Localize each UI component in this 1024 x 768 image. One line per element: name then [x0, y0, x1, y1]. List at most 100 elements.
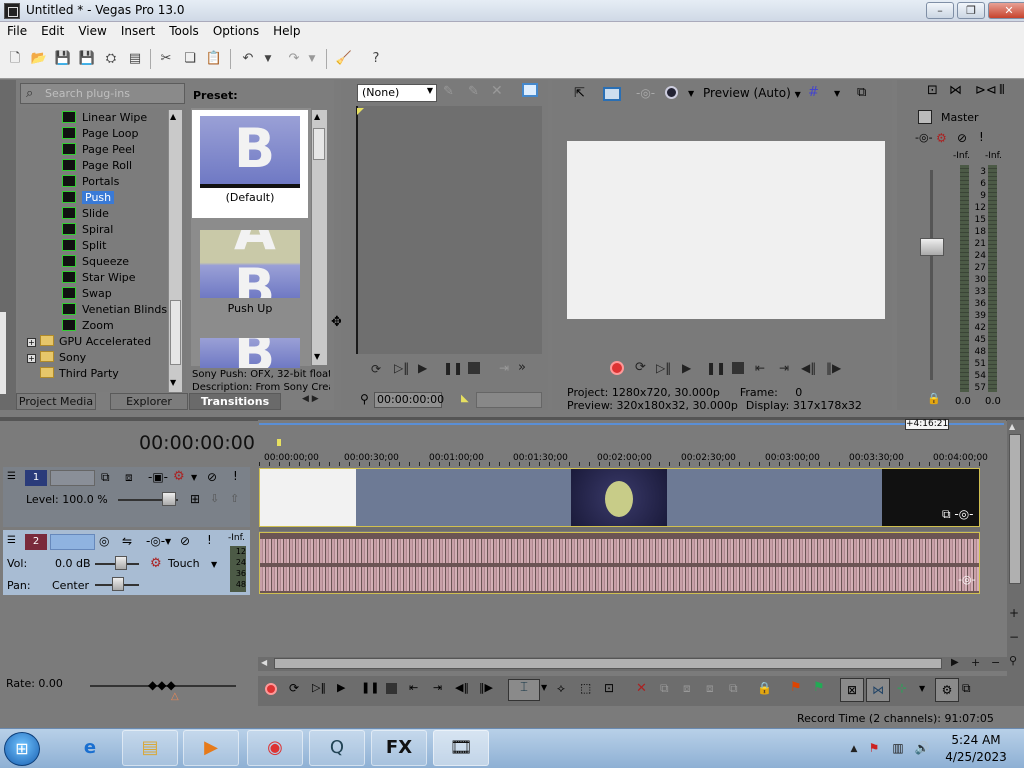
- save-icon[interactable]: 💾: [53, 49, 73, 69]
- snapping-dropdown-icon[interactable]: ▼: [919, 684, 925, 693]
- render-as-icon[interactable]: ⛭: [101, 49, 121, 69]
- action-center-icon[interactable]: ⚑: [866, 740, 882, 756]
- preview-fx-icon[interactable]: -◎-: [636, 86, 655, 100]
- system-clock[interactable]: 5:24 AM 4/25/2023: [936, 732, 1016, 766]
- master-mute-icon[interactable]: ⊘: [957, 131, 967, 145]
- undo-icon[interactable]: ↶: [238, 49, 258, 69]
- minimize-button[interactable]: –: [926, 2, 954, 19]
- loop-playback-icon[interactable]: ⟳: [635, 360, 646, 375]
- trimmer-remove-icon[interactable]: ✎: [468, 84, 479, 99]
- previous-frame-icon[interactable]: ◀‖: [801, 361, 816, 375]
- edit-tool-dropdown-icon[interactable]: ▼: [541, 683, 547, 692]
- copy-snapshot-icon[interactable]: ⧉: [857, 85, 866, 100]
- stop-icon[interactable]: [732, 362, 744, 374]
- tree-item-third-party[interactable]: Third Party: [40, 366, 119, 382]
- go-to-end-icon[interactable]: ⇥: [779, 361, 789, 375]
- properties-icon[interactable]: ▤: [125, 49, 145, 69]
- tree-scrollbar[interactable]: ▲ ▼: [168, 110, 182, 392]
- delete-icon[interactable]: ✕: [636, 681, 647, 696]
- tab-scroll-arrows[interactable]: ◀ ▶: [302, 394, 330, 409]
- copy-icon[interactable]: ❏: [180, 49, 200, 69]
- timeline-go-to-end-icon[interactable]: ⇥: [433, 681, 442, 694]
- quality-dropdown-icon[interactable]: ▼: [688, 89, 694, 98]
- scroll-thumb[interactable]: [170, 300, 181, 365]
- menu-tools[interactable]: Tools: [162, 22, 206, 40]
- vegas-app-icon[interactable]: [4, 3, 20, 19]
- menu-file[interactable]: File: [0, 22, 34, 40]
- tree-item-split[interactable]: Split: [62, 238, 106, 254]
- pause-icon[interactable]: ❚❚: [706, 361, 726, 375]
- video-track-name-field[interactable]: [50, 470, 95, 486]
- tree-item-gpu-accelerated[interactable]: + GPU Accelerated: [27, 334, 151, 350]
- event-pan-crop-icon[interactable]: ⧉ -◎-: [942, 507, 974, 522]
- timeline-record-icon[interactable]: [265, 683, 277, 695]
- level-slider-handle[interactable]: [162, 492, 176, 506]
- master-dim-icon[interactable]: ⊳⊲: [975, 83, 997, 98]
- insert-region-icon[interactable]: ⚑: [813, 680, 825, 695]
- undo-dropdown-icon[interactable]: ▼: [262, 49, 274, 69]
- lock-icon[interactable]: 🔒: [757, 681, 772, 695]
- pan-slider-handle[interactable]: [112, 577, 124, 591]
- tab-project-media[interactable]: Project Media: [16, 393, 96, 410]
- scroll-down-icon[interactable]: ▼: [314, 352, 320, 361]
- track-fx-icon[interactable]: ⚙: [173, 469, 185, 484]
- tree-item-slide[interactable]: Slide: [62, 206, 109, 222]
- master-dropdown-icon[interactable]: [918, 110, 932, 124]
- tree-item-spiral[interactable]: Spiral: [62, 222, 113, 238]
- scroll-thumb[interactable]: [1009, 434, 1021, 584]
- tab-explorer[interactable]: Explorer: [110, 393, 188, 410]
- audio-event[interactable]: -◎-: [259, 532, 980, 594]
- start-button[interactable]: ⊞: [4, 732, 40, 766]
- tree-item-star-wipe[interactable]: Star Wipe: [62, 270, 136, 286]
- master-properties-icon[interactable]: ⊡: [927, 83, 938, 98]
- trimmer-stop-icon[interactable]: [468, 362, 480, 374]
- preset-scrollbar[interactable]: ▲ ▼: [312, 110, 327, 365]
- scroll-right-icon[interactable]: ▶: [951, 657, 959, 668]
- track-mute-icon[interactable]: ⊘: [207, 470, 217, 484]
- automation-dropdown-icon[interactable]: ▼: [211, 560, 217, 569]
- redo-dropdown-icon[interactable]: ▼: [306, 49, 318, 69]
- scroll-thumb[interactable]: [274, 658, 942, 669]
- arm-for-record-icon[interactable]: ◎: [99, 534, 109, 548]
- make-compositing-child-icon[interactable]: ⧈: [125, 470, 133, 485]
- track-fx-dropdown-icon[interactable]: ▼: [191, 473, 197, 482]
- h-zoom-in-icon[interactable]: +: [971, 656, 980, 669]
- taskbar-file-explorer[interactable]: ▤: [122, 730, 178, 766]
- track-down-icon[interactable]: ⇩: [210, 492, 219, 505]
- invert-phase-icon[interactable]: ⇋: [122, 534, 132, 548]
- audio-fx-dropdown-icon[interactable]: ▼: [165, 537, 171, 546]
- trimmer-play-from-start-icon[interactable]: ▷‖: [394, 361, 409, 375]
- taskbar-fx-app[interactable]: FX: [371, 730, 427, 766]
- tree-item-sony[interactable]: + Sony: [27, 350, 86, 366]
- trimmer-loop-icon[interactable]: ⟳: [371, 362, 381, 376]
- trimmer-play-icon[interactable]: ▶: [418, 361, 427, 375]
- trimmer-pause-icon[interactable]: ❚❚: [443, 361, 463, 375]
- timeline-pause-icon[interactable]: ❚❚: [361, 681, 379, 694]
- enable-snapping-icon[interactable]: ⊹: [897, 681, 907, 695]
- trimmer-add-icon[interactable]: ✎: [443, 84, 454, 99]
- play-icon[interactable]: ▶: [682, 361, 691, 375]
- trimmer-clear-icon[interactable]: ✕: [491, 83, 503, 99]
- volume-icon[interactable]: 🔊: [914, 740, 930, 756]
- menu-help[interactable]: Help: [266, 22, 307, 40]
- timeline-go-to-start-icon[interactable]: ⇤: [409, 681, 418, 694]
- timeline-play-from-start-icon[interactable]: ▷‖: [312, 681, 326, 694]
- timeline-prev-frame-icon[interactable]: ◀‖: [455, 681, 469, 694]
- rate-slider-handle[interactable]: ◆◆◆: [148, 678, 176, 692]
- composite-mode-icon[interactable]: ⧉: [101, 470, 110, 485]
- track-collapse-icon[interactable]: ☰: [7, 471, 16, 482]
- taskbar-chrome[interactable]: ◉: [247, 730, 303, 766]
- audio-track-fx-icon[interactable]: -◎-: [146, 534, 165, 548]
- maximize-button[interactable]: ❐: [957, 2, 985, 19]
- menu-insert[interactable]: Insert: [114, 22, 162, 40]
- tab-transitions[interactable]: Transitions: [189, 393, 281, 410]
- audio-track-solo-icon[interactable]: !: [207, 533, 212, 547]
- record-icon[interactable]: [610, 361, 624, 375]
- open-icon[interactable]: 📂: [29, 49, 49, 69]
- scroll-down-icon[interactable]: ▼: [170, 378, 176, 387]
- zoom-magnifier-icon[interactable]: ⚲: [1009, 654, 1017, 667]
- timeline-stop-icon[interactable]: [386, 683, 397, 694]
- tree-item-swap[interactable]: Swap: [62, 286, 112, 302]
- automation-settings-icon[interactable]: ⚙: [150, 556, 162, 571]
- tree-item-push[interactable]: Push: [62, 190, 115, 206]
